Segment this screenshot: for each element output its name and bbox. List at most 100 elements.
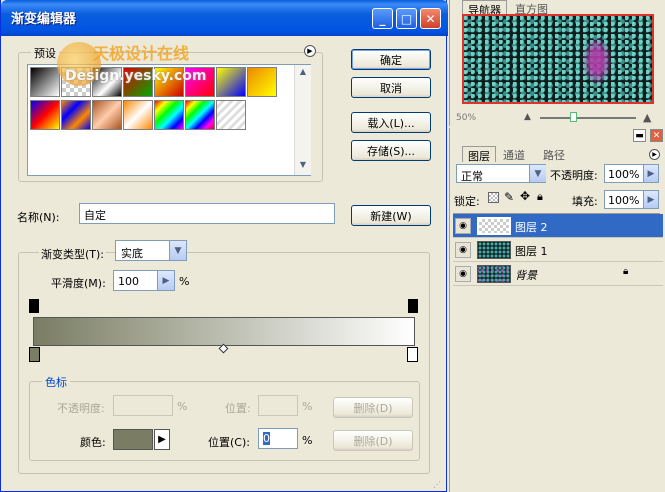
lock-brush-icon[interactable]: ✎ [504, 190, 514, 204]
position-value: 0 [263, 432, 270, 445]
layer-list: ◉ 图层 2 ◉ 图层 1 ◉ 背景 🔒︎ [453, 213, 663, 490]
percent-sign: % [179, 275, 190, 288]
preset-swatch[interactable] [61, 100, 91, 130]
layer-row[interactable]: ◉ 图层 1 [453, 238, 663, 262]
layer-name: 图层 1 [515, 245, 548, 258]
opacity-position-field [258, 395, 298, 416]
name-label: 名称(N): [17, 211, 60, 224]
color-swatch[interactable] [113, 429, 153, 450]
layer-row[interactable]: ◉ 图层 2 [453, 214, 663, 238]
new-button[interactable]: 新建(W) [351, 205, 431, 226]
lock-move-icon[interactable]: ✥ [520, 189, 530, 203]
position-field[interactable]: 0 [258, 428, 298, 449]
color-stop-right-icon[interactable] [407, 347, 418, 362]
lock-icon: 🔒︎ [623, 266, 629, 277]
lock-transparency-icon[interactable] [488, 192, 499, 203]
navigator-preview[interactable] [462, 14, 654, 104]
panel-minimize-icon[interactable]: ▬ [633, 129, 646, 142]
opacity-stop-left-icon[interactable] [29, 299, 39, 313]
dialog-title: 渐变编辑器 [11, 12, 77, 27]
layer-thumbnail [477, 265, 511, 283]
lock-all-icon[interactable]: 🔒︎ [537, 190, 543, 204]
color-stop-left-icon[interactable] [29, 347, 40, 362]
tab-channels[interactable]: 通道 [498, 146, 530, 162]
layer-opacity-field[interactable]: 100% ▶ [604, 164, 659, 183]
opacity-percent: % [177, 400, 188, 413]
layer-name: 背景 [515, 269, 537, 282]
presets-menu-icon[interactable]: ▶ [304, 45, 316, 57]
layers-panel: ▬ ✕ 图层 通道 路径 ▶ 正常 ▼ 不透明度: 100% ▶ 锁定: ✎ ✥… [449, 128, 665, 492]
smoothness-field[interactable]: 100 ▶ [113, 270, 175, 291]
preset-swatch[interactable] [30, 100, 60, 130]
zoom-in-icon[interactable]: ▲ [643, 111, 655, 124]
eye-icon[interactable]: ◉ [455, 266, 471, 282]
preset-swatch[interactable] [216, 67, 246, 97]
panel-close-icon[interactable]: ✕ [650, 129, 663, 142]
layer-thumbnail [477, 217, 511, 235]
layer-opacity-value: 100% [608, 168, 640, 181]
fill-arrow-icon[interactable]: ▶ [643, 191, 658, 208]
ok-button[interactable]: 确定 [351, 49, 431, 70]
zoom-slider-track[interactable] [540, 117, 636, 119]
smoothness-value: 100 [118, 275, 139, 288]
presets-scrollbar[interactable]: ▲ ▼ [294, 65, 311, 175]
smoothness-label: 平滑度(M): [51, 277, 106, 290]
layers-menu-icon[interactable]: ▶ [649, 149, 660, 160]
blend-mode-select[interactable]: 正常 ▼ [456, 164, 546, 183]
gradient-type-value: 实底 [121, 247, 143, 260]
opacity-field [113, 395, 173, 416]
name-field[interactable]: 自定 [79, 203, 335, 224]
gradient-preview-bar[interactable] [33, 317, 415, 346]
zoom-out-icon[interactable]: ▲ [524, 112, 534, 122]
chevron-down-icon[interactable]: ▼ [529, 165, 546, 182]
tab-paths[interactable]: 路径 [538, 146, 570, 162]
color-label: 颜色: [80, 436, 106, 449]
preset-swatch[interactable] [185, 100, 215, 130]
zoom-value: 50% [456, 113, 477, 123]
navigator-flower-image [582, 36, 612, 86]
eye-icon[interactable]: ◉ [455, 242, 471, 258]
position-label: 位置(C): [208, 436, 250, 449]
preset-swatch[interactable] [247, 67, 277, 97]
tab-layers[interactable]: 图层 [462, 146, 496, 163]
preset-swatch[interactable] [30, 67, 60, 97]
watermark-text-en: Design.yesky.com [65, 68, 207, 84]
preset-swatch[interactable] [154, 100, 184, 130]
minimize-button[interactable]: _ [372, 8, 393, 29]
opacity-arrow-icon[interactable]: ▶ [643, 165, 658, 182]
layer-thumbnail [477, 241, 511, 259]
gradient-editor-dialog: 渐变编辑器 _ □ ✕ 预设 ▶ ▲ ▼ 天极设计在线 Design.yesky… [0, 0, 448, 492]
smoothness-arrow-icon[interactable]: ▶ [157, 271, 174, 290]
preset-swatch[interactable] [123, 100, 153, 130]
preset-swatch[interactable] [216, 100, 246, 130]
stops-label: 色标 [42, 374, 70, 390]
navigator-panel: 导航器 直方图 50% ▲ ▲ [449, 0, 665, 126]
preset-swatch[interactable] [92, 100, 122, 130]
position-percent: % [302, 434, 313, 447]
layer-opacity-label: 不透明度: [550, 169, 598, 182]
layer-name: 图层 2 [515, 221, 548, 234]
load-button[interactable]: 载入(L)... [351, 112, 431, 133]
scroll-up-icon[interactable]: ▲ [297, 67, 309, 79]
cancel-button[interactable]: 取消 [351, 77, 431, 98]
color-menu-arrow-icon[interactable]: ▶ [154, 429, 170, 450]
eye-icon[interactable]: ◉ [455, 218, 471, 234]
gradient-type-select[interactable]: 实底 ▼ [115, 240, 187, 261]
chevron-down-icon[interactable]: ▼ [169, 241, 186, 260]
fill-value: 100% [608, 194, 640, 207]
color-delete-button: 删除(D) [333, 430, 413, 451]
opacity-label: 不透明度: [57, 402, 105, 415]
save-button[interactable]: 存储(S)... [351, 140, 431, 161]
layer-row[interactable]: ◉ 背景 🔒︎ [453, 262, 663, 286]
presets-label: 预设 [31, 45, 59, 61]
title-bar[interactable]: 渐变编辑器 _ □ ✕ [1, 0, 448, 36]
resize-grip-icon[interactable]: ⋰ [433, 480, 445, 490]
maximize-button[interactable]: □ [396, 8, 417, 29]
zoom-slider-thumb[interactable] [570, 112, 577, 122]
scroll-down-icon[interactable]: ▼ [297, 160, 309, 172]
gradient-type-label: 渐变类型(T): [39, 246, 107, 262]
fill-field[interactable]: 100% ▶ [604, 190, 659, 209]
opacity-stop-right-icon[interactable] [408, 299, 418, 313]
close-button[interactable]: ✕ [420, 8, 441, 29]
lock-label: 锁定: [454, 195, 480, 208]
